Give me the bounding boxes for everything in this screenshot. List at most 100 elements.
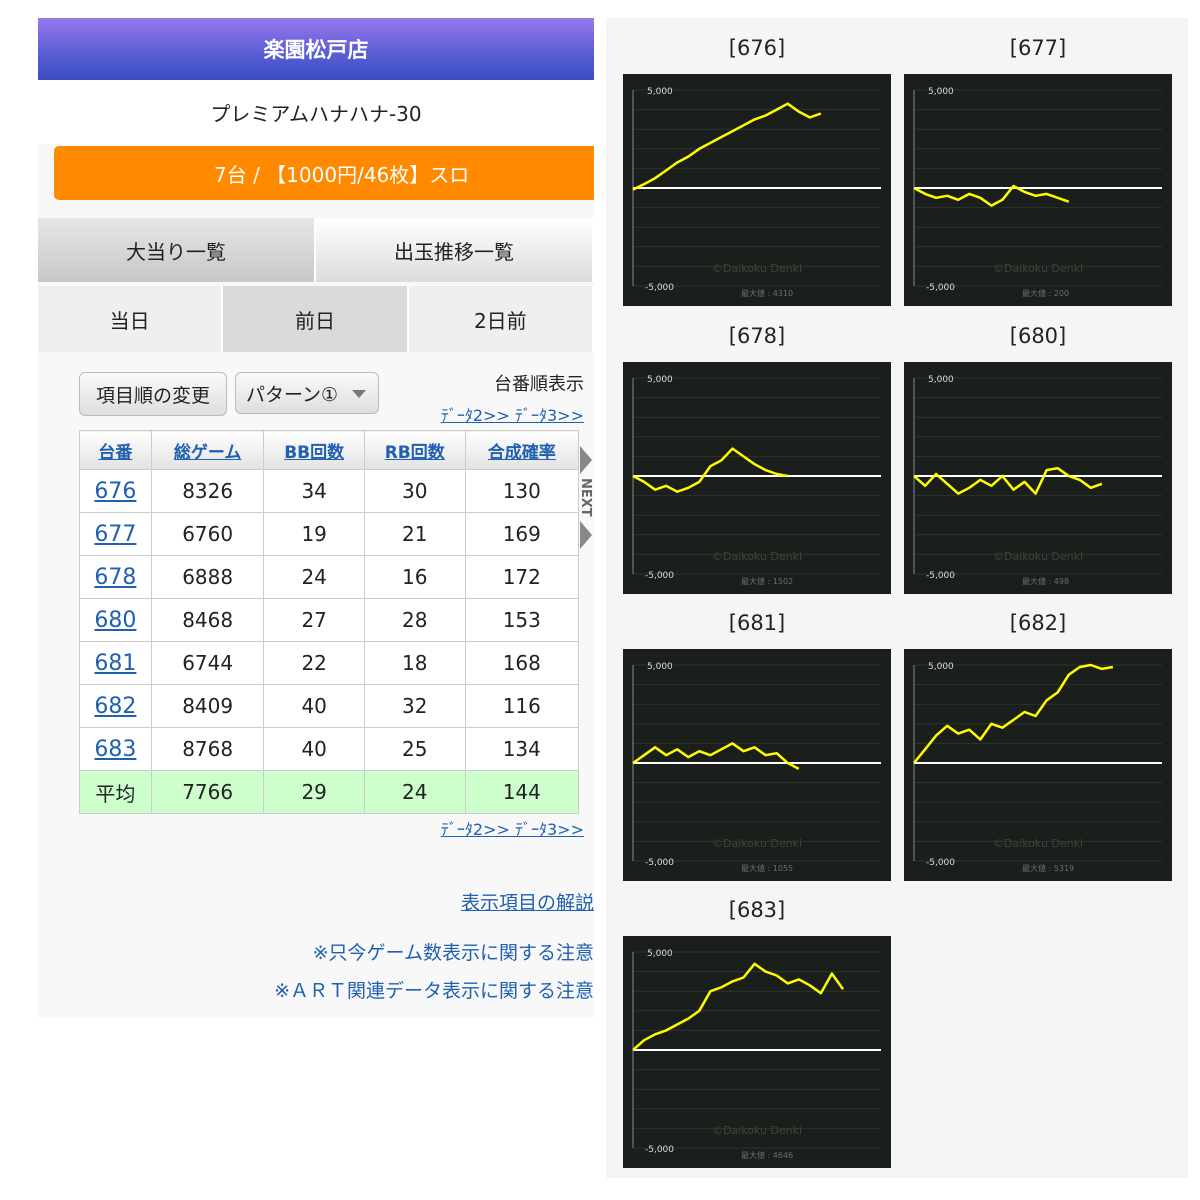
data2-link[interactable]: ﾃﾞｰﾀ2>> [441, 820, 510, 839]
next-columns-button[interactable]: NEXT [578, 446, 594, 586]
y-tick-min: -5,000 [926, 858, 955, 868]
col-combined-probability[interactable]: 合成確率 [464, 430, 580, 470]
watermark: ©Daikoku Denki [712, 1124, 802, 1137]
table-cell: 6760 [150, 512, 265, 556]
col-rb-count[interactable]: RB回数 [363, 430, 466, 470]
max-value-label: 最大値 : 200 [1022, 288, 1069, 298]
graph-card[interactable]: [677] 5,000 -5,000 ©Daikoku Denki 最大値 : 200 [904, 34, 1172, 306]
tab-payout-trend[interactable]: 出玉推移一覧 [316, 218, 594, 282]
max-value-label: 最大値 : 1055 [741, 863, 793, 873]
payout-graph: 5,000 -5,000 ©Daikoku Denki 最大値 : 200 [904, 74, 1172, 306]
machine-data-panel: 楽園松戸店 プレミアムハナハナ-30 7台 / 【1000円/46枚】スロ 大当… [38, 18, 594, 1018]
table-cell: 32 [363, 684, 466, 728]
table-cell: 153 [464, 598, 580, 642]
y-tick-min: -5,000 [926, 283, 955, 293]
data-links-top: ﾃﾞｰﾀ2>> ﾃﾞｰﾀ3>> [441, 402, 584, 426]
payout-graph: 5,000 -5,000 ©Daikoku Denki 最大値 : 4310 [623, 74, 891, 306]
watermark: ©Daikoku Denki [712, 837, 802, 850]
units-info-bar[interactable]: 7台 / 【1000円/46枚】スロ [54, 146, 594, 200]
max-value-label: 最大値 : 498 [1022, 576, 1069, 586]
graph-title: [683] [728, 898, 786, 922]
table-cell: 7766 [150, 770, 265, 814]
table-row: 677 6760 19 21 169 [79, 512, 580, 556]
data3-link[interactable]: ﾃﾞｰﾀ3>> [515, 406, 584, 425]
tab-jackpot-list[interactable]: 大当り一覧 [38, 218, 316, 282]
max-value-label: 最大値 : 4646 [741, 1150, 793, 1160]
arrow-right-icon [580, 446, 592, 474]
y-tick-max: 5,000 [647, 375, 673, 385]
table-cell: 8326 [150, 469, 265, 513]
payout-graph: 5,000 -5,000 ©Daikoku Denki 最大値 : 1055 [623, 649, 891, 881]
payout-graphs-panel: [676] 5,000 -5,000 ©Daikoku Denki 最大値 : 431… [606, 18, 1188, 1178]
y-tick-min: -5,000 [645, 283, 674, 293]
graph-card[interactable]: [678] 5,000 -5,000 ©Daikoku Denki 最大値 : 150… [623, 322, 891, 594]
graph-card[interactable]: [676] 5,000 -5,000 ©Daikoku Denki 最大値 : 431… [623, 34, 891, 306]
average-label: 平均 [79, 770, 152, 814]
y-tick-max: 5,000 [928, 87, 954, 97]
table-cell: 8768 [150, 727, 265, 771]
table-cell: 25 [363, 727, 466, 771]
machine-number-link[interactable]: 682 [79, 684, 152, 728]
col-total-games[interactable]: 総ゲーム [150, 430, 265, 470]
table-cell: 6744 [150, 641, 265, 685]
next-label: NEXT [578, 478, 593, 517]
data2-link[interactable]: ﾃﾞｰﾀ2>> [441, 406, 510, 425]
table-cell: 130 [464, 469, 580, 513]
pattern-select[interactable]: パターン① [235, 372, 379, 414]
tab-today[interactable]: 当日 [38, 286, 224, 352]
col-machine-number[interactable]: 台番 [79, 430, 152, 470]
tab-two-days-ago[interactable]: 2日前 [408, 286, 594, 352]
graph-title: [682] [1009, 611, 1067, 635]
table-cell: 30 [363, 469, 466, 513]
graph-title: [681] [728, 611, 786, 635]
sort-order-label: 台番順表示 [494, 374, 584, 395]
machine-number-link[interactable]: 676 [79, 469, 152, 513]
machine-number-link[interactable]: 683 [79, 727, 152, 771]
y-tick-max: 5,000 [647, 87, 673, 97]
chevron-down-icon [352, 390, 366, 398]
pattern-select-value: パターン① [246, 383, 339, 406]
max-value-label: 最大値 : 5319 [1022, 863, 1074, 873]
watermark: ©Daikoku Denki [712, 262, 802, 275]
graph-card[interactable]: [683] 5,000 -5,000 ©Daikoku Denki 最大値 : 464… [623, 896, 891, 1168]
watermark: ©Daikoku Denki [993, 262, 1083, 275]
average-row: 平均 7766 29 24 144 [79, 770, 580, 814]
y-tick-min: -5,000 [645, 571, 674, 581]
table-cell: 8468 [150, 598, 265, 642]
data3-link[interactable]: ﾃﾞｰﾀ3>> [515, 820, 584, 839]
table-cell: 16 [363, 555, 466, 599]
graph-card[interactable]: [680] 5,000 -5,000 ©Daikoku Denki 最大値 : 498 [904, 322, 1172, 594]
display-items-explanation-link[interactable]: 表示項目の解説 [461, 888, 594, 915]
y-tick-max: 5,000 [647, 662, 673, 672]
y-tick-max: 5,000 [928, 375, 954, 385]
machine-number-link[interactable]: 677 [79, 512, 152, 556]
table-row: 676 8326 34 30 130 [79, 469, 580, 513]
data-links-bottom: ﾃﾞｰﾀ2>> ﾃﾞｰﾀ3>> [441, 816, 584, 840]
game-count-notice-link[interactable]: ※只今ゲーム数表示に関する注意 [313, 938, 594, 965]
arrow-right-icon [580, 520, 592, 549]
table-row: 681 6744 22 18 168 [79, 641, 580, 685]
graph-card[interactable]: [681] 5,000 -5,000 ©Daikoku Denki 最大値 : 105… [623, 609, 891, 881]
change-order-button[interactable]: 項目順の変更 [79, 372, 227, 416]
table-cell: 168 [464, 641, 580, 685]
machine-data-table: 台番 総ゲーム BB回数 RB回数 合成確率 676 8326 34 30 13… [79, 430, 580, 814]
table-cell: 116 [464, 684, 580, 728]
graph-title: [678] [728, 324, 786, 348]
graph-title: [680] [1009, 324, 1067, 348]
machine-number-link[interactable]: 678 [79, 555, 152, 599]
y-tick-min: -5,000 [645, 1145, 674, 1155]
graph-card[interactable]: [682] 5,000 -5,000 ©Daikoku Denki 最大値 : 531… [904, 609, 1172, 881]
table-cell: 27 [263, 598, 365, 642]
machine-number-link[interactable]: 681 [79, 641, 152, 685]
payout-graph: 5,000 -5,000 ©Daikoku Denki 最大値 : 5319 [904, 649, 1172, 881]
table-cell: 22 [263, 641, 365, 685]
col-bb-count[interactable]: BB回数 [263, 430, 365, 470]
machine-name: プレミアムハナハナ-30 [38, 80, 594, 144]
art-data-notice-link[interactable]: ※ＡＲＴ関連データ表示に関する注意 [274, 976, 594, 1003]
tab-previous-day[interactable]: 前日 [223, 286, 409, 352]
machine-number-link[interactable]: 680 [79, 598, 152, 642]
main-tabs: 大当り一覧 出玉推移一覧 [38, 218, 594, 282]
max-value-label: 最大値 : 4310 [741, 288, 793, 298]
table-cell: 40 [263, 727, 365, 771]
y-tick-max: 5,000 [647, 949, 673, 959]
